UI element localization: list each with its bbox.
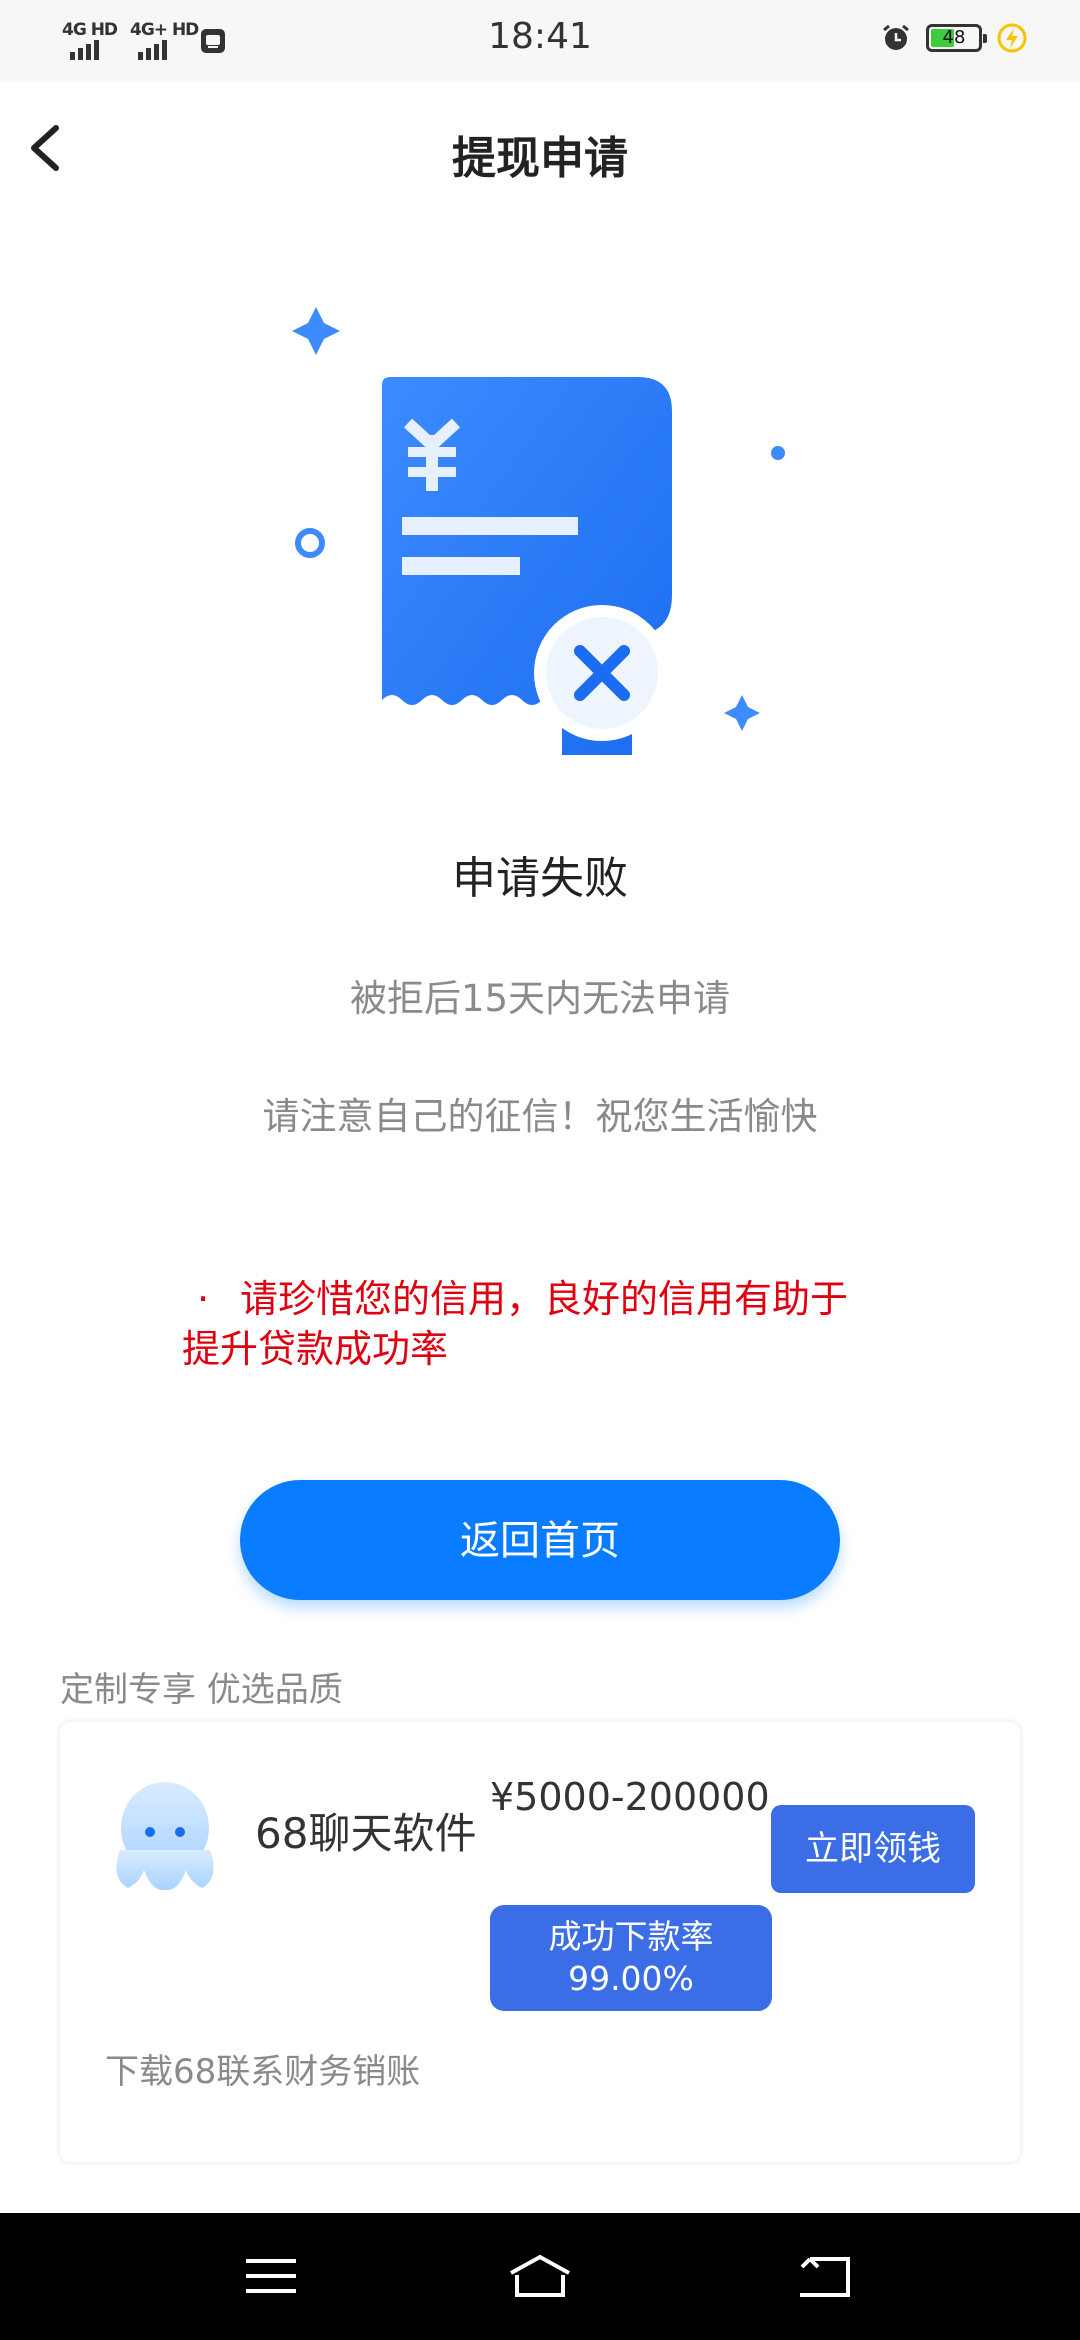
status-right: 48	[880, 22, 1028, 54]
app-name: 68聊天软件	[255, 1809, 477, 1858]
status-bar: 4G HD 4G+ HD 18:41 48	[0, 0, 1080, 82]
charging-icon	[997, 23, 1027, 53]
section-title: 定制专享 优选品质	[60, 1670, 343, 1710]
header-bar: 提现申请	[0, 82, 1080, 222]
system-nav-bar	[0, 2213, 1080, 2340]
success-rate-value: 99.00%	[568, 1959, 694, 1998]
credit-warning: · 请珍惜您的信用，良好的信用有助于提升贷款成功率	[182, 1274, 882, 1374]
return-home-button[interactable]: 返回首页	[240, 1480, 840, 1600]
result-title: 申请失败	[452, 853, 628, 904]
battery-icon: 48	[926, 24, 987, 52]
warning-text: 请珍惜您的信用，良好的信用有助于提升贷款成功率	[182, 1277, 849, 1371]
octopus-mascot-icon	[116, 1782, 214, 1891]
alarm-icon	[883, 24, 909, 50]
success-rate-label: 成功下款率	[548, 1917, 714, 1956]
result-message-1: 被拒后15天内无法申请	[349, 977, 731, 1020]
back-icon[interactable]	[790, 2251, 860, 2301]
warning-bullet: ·	[196, 1277, 210, 1321]
menu-icon[interactable]	[236, 2251, 306, 2301]
home-icon[interactable]	[505, 2251, 575, 2301]
page-title: 提现申请	[452, 133, 628, 184]
recommend-card[interactable]: 68聊天软件 ¥5000-200000 立即领钱 成功下款率 99.00% 下载…	[60, 1722, 1020, 2162]
card-tip: 下载68联系财务销账	[105, 2052, 421, 2092]
receipt-failed-icon	[292, 307, 785, 755]
battery-level: 48	[942, 27, 966, 48]
loan-amount: ¥5000-200000	[490, 1775, 770, 1819]
result-message-2: 请注意自己的征信！祝您生活愉快	[262, 1095, 818, 1138]
claim-money-button[interactable]: 立即领钱	[771, 1805, 975, 1893]
success-rate-badge: 成功下款率 99.00%	[490, 1905, 772, 2011]
